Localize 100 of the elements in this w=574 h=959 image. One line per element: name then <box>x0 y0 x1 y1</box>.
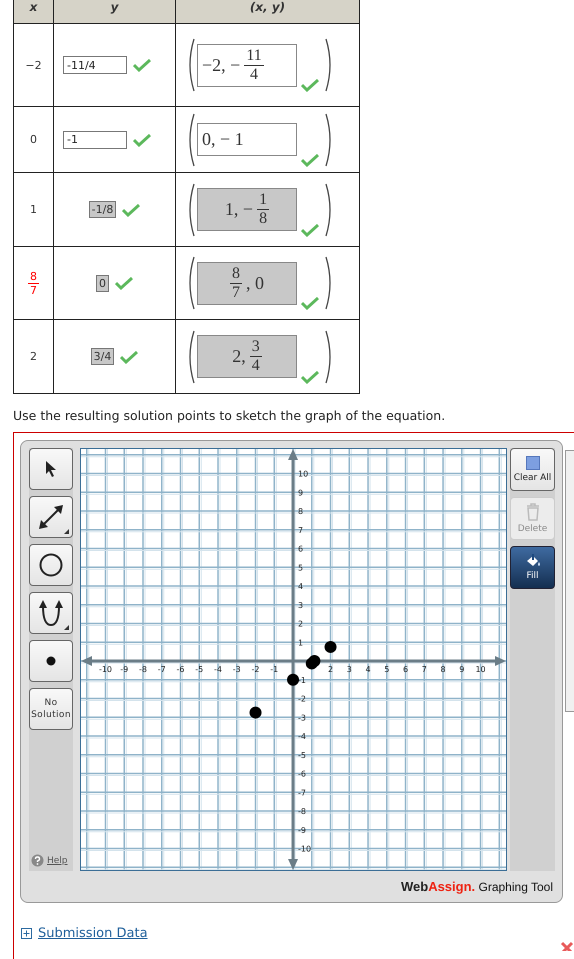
answer-box: 3/4 <box>90 348 114 365</box>
fraction: 1 8 <box>257 192 270 227</box>
tick-label: -6 <box>176 665 184 674</box>
check-icon <box>115 276 133 290</box>
tick-label: -8 <box>139 665 147 674</box>
pointer-icon <box>45 460 57 478</box>
tick-label: 6 <box>403 665 408 674</box>
help-link[interactable]: Help <box>47 856 68 866</box>
check-icon <box>133 132 151 146</box>
tick-label: 5 <box>384 665 390 674</box>
fill-button[interactable]: Fill <box>510 546 555 589</box>
point-tool-button[interactable] <box>29 640 73 682</box>
x-value: 1 <box>30 203 37 216</box>
square-icon <box>526 456 540 470</box>
tick-label: 3 <box>346 665 352 674</box>
tick-label: 9 <box>298 488 304 498</box>
corner-icon <box>64 529 69 534</box>
tick-label: 1 <box>298 638 304 648</box>
tick-label: -10 <box>98 665 112 674</box>
check-icon <box>120 350 138 364</box>
x-value: 0 <box>30 133 37 146</box>
check-icon <box>301 296 319 310</box>
coordinate-grid[interactable]: -10 -9 -8 -7 -6 -5 -4 -3 -2 -1 2 3 4 5 6 7 8 9 10 -10 -9 -8 -7 -6 -5 -4 -3 -2 -1 1 2 3 4 5 6 7 8 9 10 <box>80 448 507 871</box>
no-solution-button[interactable]: No Solution <box>29 688 73 730</box>
fraction: 3 4 <box>250 339 262 374</box>
tick-label: 7 <box>298 526 304 535</box>
column-header: x <box>30 0 38 14</box>
check-icon <box>122 202 140 216</box>
check-icon <box>133 58 151 72</box>
x-value: 2 <box>30 350 37 363</box>
tick-label: 2 <box>298 620 304 628</box>
pointer-tool-button[interactable] <box>29 448 73 490</box>
answer-box[interactable]: -1 <box>63 130 127 148</box>
trash-icon <box>526 503 540 521</box>
tick-label: -7 <box>158 665 166 674</box>
clear-all-button[interactable]: Clear All <box>510 448 555 491</box>
tick-label: -4 <box>214 665 222 674</box>
check-icon <box>301 152 319 166</box>
tick-label: 5 <box>298 563 304 572</box>
tick-label: 8 <box>440 665 446 674</box>
answer-box[interactable]: 0, − 1 <box>197 123 297 156</box>
line-tool-button[interactable] <box>29 496 73 538</box>
help-icon <box>31 854 44 867</box>
x-value: −2 <box>25 58 42 72</box>
tick-label: 8 <box>298 507 304 516</box>
check-icon <box>301 370 319 384</box>
answer-box: -1/8 <box>88 201 116 218</box>
tick-label: 10 <box>298 470 308 478</box>
plotted-point[interactable] <box>308 655 320 667</box>
plotted-point[interactable] <box>287 674 300 686</box>
tick-label: -10 <box>298 844 312 854</box>
circle-tool-button[interactable] <box>29 544 73 586</box>
tick-label: -7 <box>298 788 306 798</box>
tick-label: 7 <box>422 665 427 674</box>
plotted-point[interactable] <box>324 640 337 653</box>
tick-label: -6 <box>298 770 306 778</box>
tick-label: -5 <box>298 750 306 760</box>
tick-label: -5 <box>195 665 204 674</box>
fraction: 8 7 <box>230 266 242 300</box>
check-icon <box>301 78 319 92</box>
answer-box: 0 <box>96 274 109 292</box>
column-header: y <box>110 0 118 14</box>
math-text: 1, − <box>224 199 254 220</box>
instruction-text: Use the resulting solution points to sketch the graph of the equation. <box>13 408 446 424</box>
tick-label: -1 <box>270 665 278 674</box>
math-text: 2, <box>232 346 246 367</box>
tick-label: -8 <box>298 807 306 816</box>
tick-label: 10 <box>475 665 486 674</box>
fraction: 8 7 <box>28 270 39 296</box>
dot-icon <box>46 656 56 666</box>
tick-label: 4 <box>366 665 371 674</box>
tick-label: 3 <box>298 600 304 610</box>
tick-label: 6 <box>298 544 304 554</box>
tick-label: -3 <box>232 665 241 674</box>
tick-label: 9 <box>459 665 464 674</box>
parabola-tool-button[interactable] <box>29 592 73 634</box>
brand-logo: WebAssign. Graphing Tool <box>400 879 554 894</box>
math-text: −2, − <box>202 54 240 76</box>
double-arrow-icon <box>38 504 64 530</box>
tick-label: -9 <box>298 826 306 835</box>
parabola-icon <box>37 599 65 627</box>
plotted-point[interactable] <box>250 706 262 719</box>
tick-label: -2 <box>252 665 260 674</box>
math-text: , 0 <box>246 272 264 294</box>
tick-label: -1 <box>298 676 306 685</box>
corner-icon <box>64 625 69 630</box>
tick-label: -4 <box>298 732 306 741</box>
expand-icon[interactable] <box>21 928 32 939</box>
tick-label: -2 <box>298 694 306 704</box>
circle-icon <box>39 553 63 577</box>
submission-data-link[interactable]: Submission Data <box>38 926 148 941</box>
tick-label: -3 <box>298 713 306 722</box>
tick-label: 4 <box>298 582 304 591</box>
column-header: (x, y) <box>250 0 286 14</box>
paint-bucket-icon <box>524 554 540 568</box>
tick-label: -9 <box>120 665 128 674</box>
check-icon <box>301 222 319 236</box>
tick-label: 2 <box>328 665 334 674</box>
math-text: 0, − 1 <box>202 129 244 150</box>
answer-box[interactable]: -11/4 <box>63 56 127 74</box>
